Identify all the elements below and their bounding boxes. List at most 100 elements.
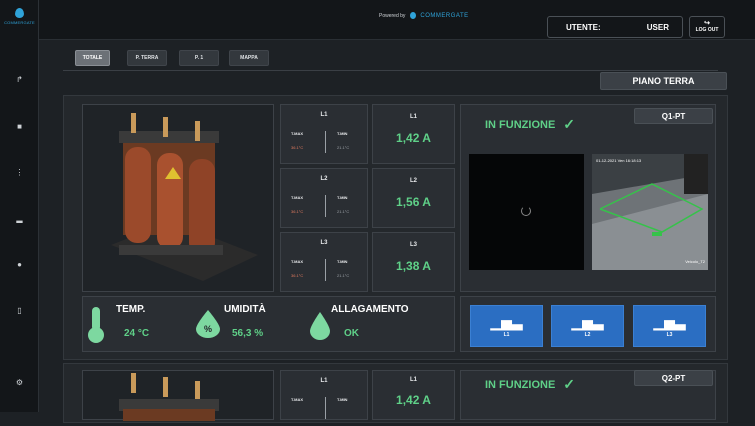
transformer-illustration-2 — [119, 373, 219, 426]
tmin-label: T.MIN — [337, 397, 348, 402]
camera-timestamp: 01-12-2021 Ven 16:18:13 — [596, 158, 642, 163]
user-label: UTENTE: — [566, 22, 601, 32]
floor-title: PIANO TERRA — [600, 72, 727, 90]
powered-by: Powered by COMMERGATE — [379, 12, 469, 19]
flood-label: ALLAGAMENTO — [331, 304, 409, 315]
tmax-label: T.MAX — [291, 397, 303, 402]
current-line-label: L3 — [409, 242, 417, 248]
current-value: 1,38 A — [396, 259, 431, 273]
temp-cell-q2-l1: L1 T.MAX T.MIN — [280, 370, 368, 420]
powered-brand: COMMERGATE — [420, 12, 469, 19]
sidebar: COMMERGATE ↱ ■ ⋮ ▂ ● ▯ ⚙ — [0, 0, 39, 412]
loading-spinner-icon — [521, 206, 531, 216]
tmax-value: 36.1°C — [291, 145, 304, 150]
chart-button-l2[interactable]: ▁▅▃ L2 — [551, 305, 624, 347]
tab-p-terra[interactable]: P. TERRA — [127, 50, 167, 66]
transformer-id-badge: Q1-PT — [634, 108, 713, 124]
tab-mappa[interactable]: MAPPA — [229, 50, 269, 66]
temp-value: 24 °C — [124, 328, 150, 339]
temp-line-label: L3 — [320, 240, 328, 246]
tab-bar: TOTALE P. TERRA P. 1 MAPPA — [63, 46, 718, 71]
drop-brand-icon — [410, 12, 417, 19]
logout-button[interactable]: ↪ LOG OUT — [689, 16, 725, 38]
current-cell-l3: L3 1,38 A — [372, 232, 455, 292]
water-drop-icon — [310, 312, 330, 340]
settings-icon[interactable]: ⚙ — [15, 378, 24, 387]
current-value: 1,42 A — [396, 131, 431, 145]
tmin-label: T.MIN — [337, 259, 348, 264]
camera-name: Veicolo_T2 — [685, 259, 705, 264]
chart-button-label: L1 — [503, 331, 510, 338]
document-icon[interactable]: ▯ — [15, 306, 24, 315]
current-line-label: L1 — [409, 114, 417, 120]
alert-icon[interactable]: ● — [15, 260, 24, 269]
tmax-value: 36.1°C — [291, 273, 304, 278]
current-cell-l2: L2 1,56 A — [372, 168, 455, 228]
status-text: IN FUNZIONE — [485, 378, 556, 391]
chart-button-label: L3 — [666, 331, 673, 338]
tmax-label: T.MAX — [291, 259, 303, 264]
tmax-label: T.MAX — [291, 131, 303, 136]
status-text: IN FUNZIONE — [485, 118, 556, 131]
tmin-label: T.MIN — [337, 195, 348, 200]
tab-p1[interactable]: P. 1 — [179, 50, 219, 66]
temp-label: TEMP. — [116, 304, 146, 315]
camera-snapshot[interactable]: 01-12-2021 Ven 16:18:13 Veicolo_T2 — [592, 154, 708, 270]
tmax-value: 36.1°C — [291, 209, 304, 214]
bar-chart-icon: ▁▅▃ — [490, 313, 523, 330]
logout-label: LOG OUT — [695, 27, 719, 33]
check-icon: ✓ — [563, 116, 576, 132]
user-box: UTENTE: USER — [547, 16, 683, 38]
gauge-icon[interactable]: ↱ — [15, 75, 24, 84]
humidity-icon: % — [196, 310, 220, 338]
logo-text: COMMERGATE — [4, 20, 35, 25]
flood-value: OK — [344, 328, 359, 339]
temp-line-label: L1 — [320, 378, 328, 384]
bar-chart-icon: ▁▅▃ — [653, 313, 686, 330]
tmin-label: T.MIN — [337, 131, 348, 136]
temp-cell-l2: L2 T.MAX T.MIN 36.1°C 21.1°C — [280, 168, 368, 228]
current-line-label: L1 — [409, 377, 417, 383]
tmin-value: 21.1°C — [337, 145, 350, 150]
logout-icon: ↪ — [704, 20, 710, 27]
divider — [325, 131, 326, 153]
chart-button-l1[interactable]: ▁▅▃ L1 — [470, 305, 543, 347]
tab-totale[interactable]: TOTALE — [75, 50, 110, 66]
camera-scene — [592, 154, 708, 270]
drop-logo-icon — [15, 8, 24, 18]
chart-button-label: L2 — [584, 331, 591, 338]
chart-icon[interactable]: ▂ — [15, 214, 24, 223]
current-value: 1,42 A — [396, 393, 431, 407]
dashboard-icon[interactable]: ■ — [15, 122, 24, 131]
svg-text:%: % — [204, 324, 212, 334]
powered-by-label: Powered by — [379, 12, 406, 19]
current-cell-l1: L1 1,42 A — [372, 104, 455, 164]
temp-line-label: L1 — [320, 112, 328, 118]
divider — [325, 259, 326, 281]
current-cell-q2-l1: L1 1,42 A — [372, 370, 455, 420]
brand-logo[interactable]: COMMERGATE — [4, 8, 35, 30]
temp-cell-l3: L3 T.MAX T.MIN 36.1°C 21.1°C — [280, 232, 368, 292]
divider — [325, 195, 326, 217]
tmin-value: 21.1°C — [337, 273, 350, 278]
tmin-value: 21.1°C — [337, 209, 350, 214]
humidity-value: 56,3 % — [232, 328, 264, 339]
humidity-label: UMIDITÀ — [224, 304, 266, 315]
temp-line-label: L2 — [320, 176, 328, 182]
user-name: USER — [646, 22, 669, 32]
status-label: IN FUNZIONE ✓ — [485, 116, 575, 133]
list-icon[interactable]: ⋮ — [15, 168, 24, 177]
status-label-2: IN FUNZIONE ✓ — [485, 376, 575, 393]
bar-chart-icon: ▁▅▃ — [571, 313, 604, 330]
transformer-image-2 — [82, 370, 274, 426]
temp-cell-l1: L1 T.MAX T.MIN 36.1°C 21.1°C — [280, 104, 368, 164]
current-line-label: L2 — [409, 178, 417, 184]
chart-button-l3[interactable]: ▁▅▃ L3 — [633, 305, 706, 347]
video-player[interactable] — [469, 154, 584, 270]
transformer-image — [82, 104, 274, 292]
tmax-label: T.MAX — [291, 195, 303, 200]
transformer-illustration — [111, 113, 258, 281]
thermometer-icon — [88, 307, 104, 343]
check-icon: ✓ — [563, 376, 576, 392]
transformer-id-badge-2: Q2-PT — [634, 370, 713, 386]
